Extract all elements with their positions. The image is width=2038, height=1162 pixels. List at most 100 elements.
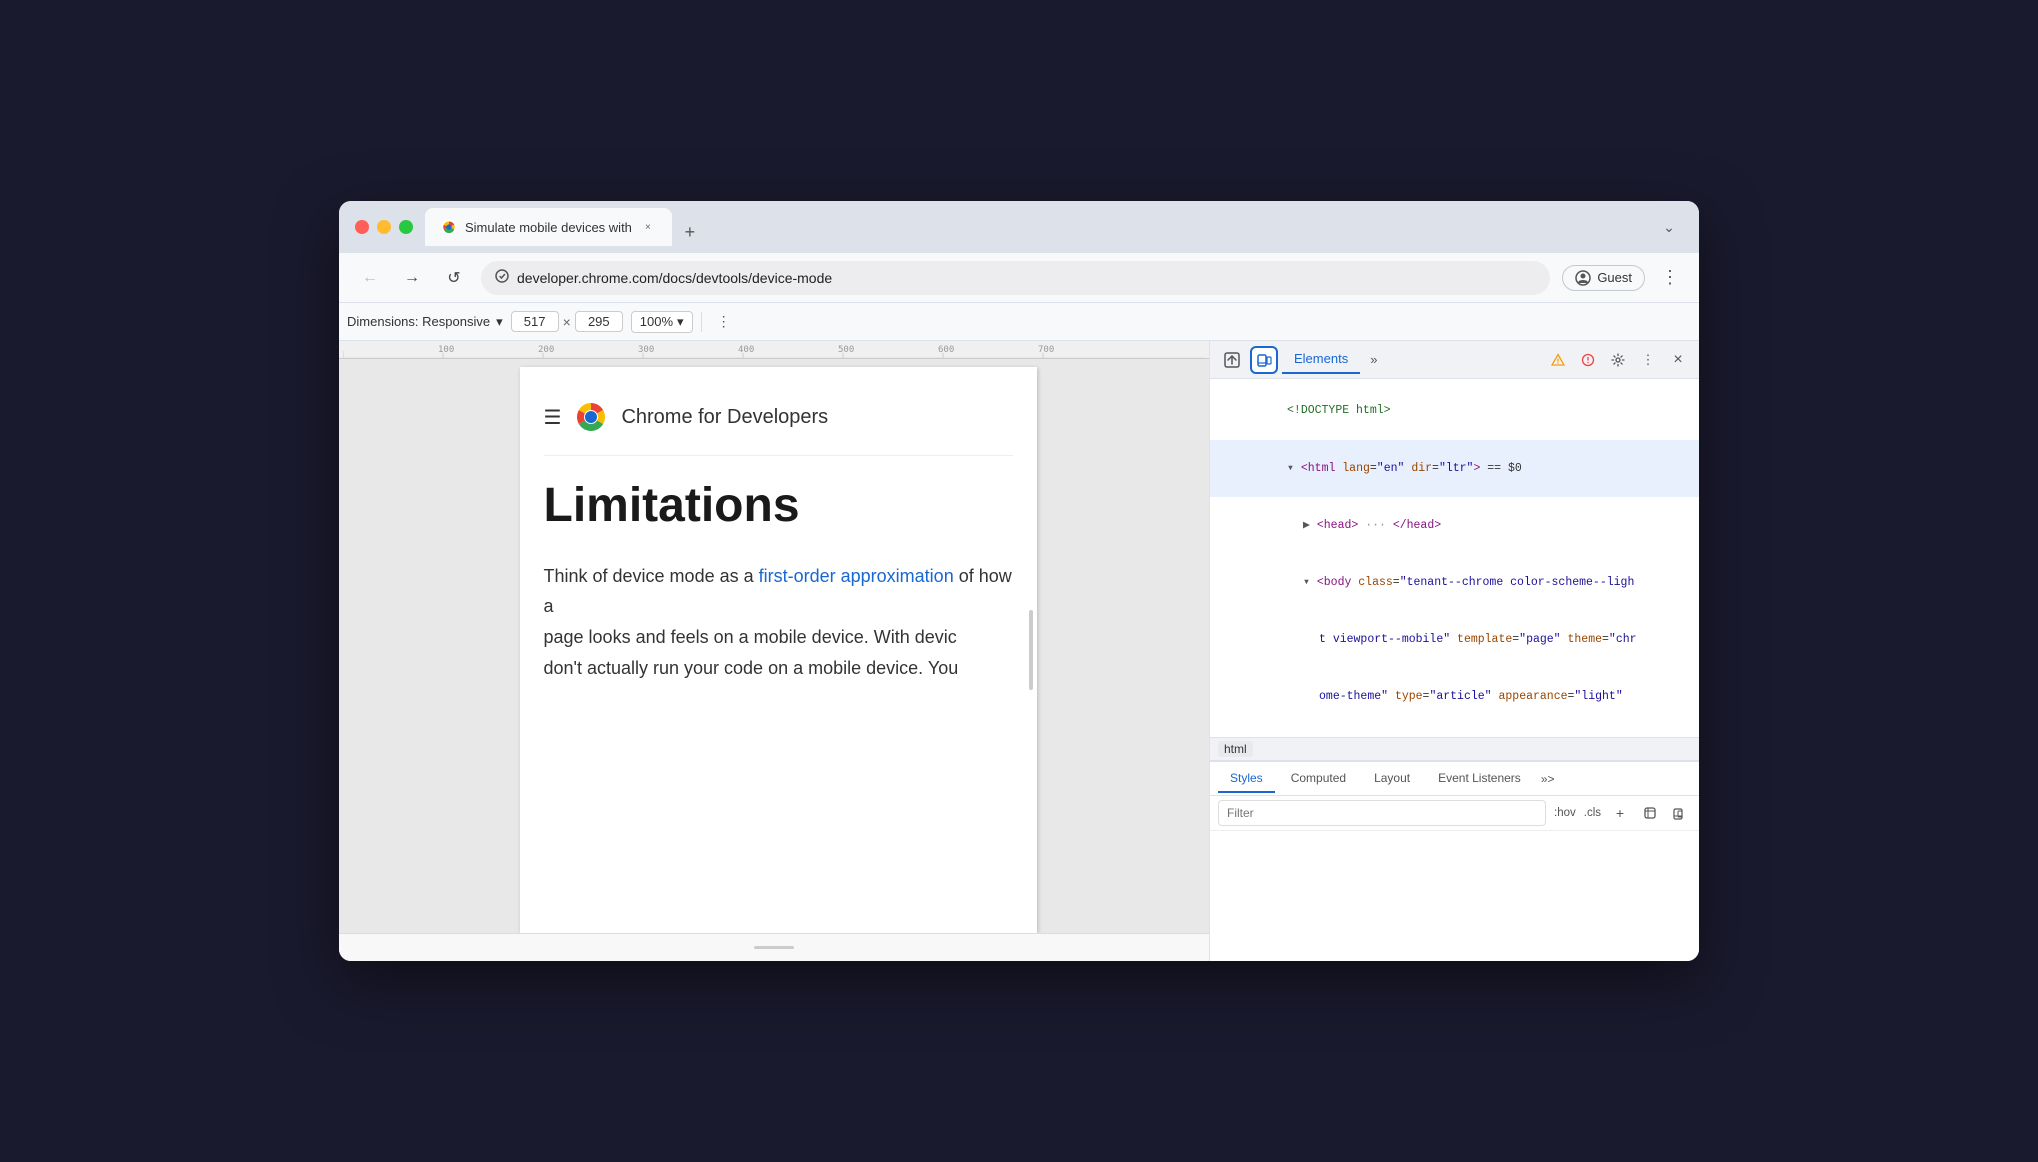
- body-tag-line-1[interactable]: ▾ <body class="tenant--chrome color-sche…: [1210, 555, 1699, 612]
- device-toolbar: Dimensions: Responsive ▾ × 100% ▾ ⋮: [339, 303, 1699, 341]
- filter-hov-button[interactable]: :hov: [1554, 807, 1576, 819]
- traffic-lights: [355, 220, 413, 234]
- width-input[interactable]: [511, 311, 559, 332]
- head-tag-line[interactable]: ▶ <head> ··· </head>: [1210, 497, 1699, 554]
- more-tabs-button[interactable]: »: [1364, 348, 1383, 371]
- dimension-separator: ×: [563, 314, 571, 330]
- event-listeners-tab[interactable]: Event Listeners: [1426, 765, 1533, 793]
- main-area: 100 200 300 400 500 600 700 ☰: [339, 341, 1699, 961]
- html-tag-line[interactable]: ▾ <html lang="en" dir="ltr"> == $0: [1210, 440, 1699, 497]
- tabs-area: Simulate mobile devices with × +: [425, 208, 1643, 246]
- height-input[interactable]: [575, 311, 623, 332]
- svg-text:200: 200: [538, 345, 554, 355]
- new-tab-button[interactable]: +: [676, 218, 704, 246]
- maximize-button[interactable]: [399, 220, 413, 234]
- browser-window: Simulate mobile devices with × + ⌄ ← → ↺…: [339, 201, 1699, 961]
- dimension-inputs: ×: [511, 311, 623, 332]
- title-bar: Simulate mobile devices with × + ⌄: [339, 201, 1699, 253]
- svg-text:300: 300: [638, 345, 654, 355]
- zoom-selector[interactable]: 100% ▾: [631, 311, 693, 333]
- para1-text-start: Think of device mode as a: [544, 566, 759, 586]
- svg-text:400: 400: [738, 345, 754, 355]
- forward-button[interactable]: →: [397, 263, 427, 293]
- filter-icon2-button[interactable]: [1669, 802, 1691, 824]
- zoom-label: 100%: [640, 314, 673, 329]
- viewport-content: ☰: [339, 359, 1209, 933]
- svg-text:600: 600: [938, 345, 954, 355]
- chevron-down-icon[interactable]: ⌄: [1655, 213, 1683, 241]
- inspect-icon-button[interactable]: [1218, 346, 1246, 374]
- svg-text:500: 500: [838, 345, 854, 355]
- device-frame: ☰: [520, 367, 1037, 933]
- profile-button[interactable]: Guest: [1562, 265, 1645, 291]
- layout-tab[interactable]: Layout: [1362, 765, 1422, 793]
- browser-menu-button[interactable]: ⋮: [1657, 263, 1683, 292]
- address-bar: ← → ↺ developer.chrome.com/docs/devtools…: [339, 253, 1699, 303]
- chrome-favicon: [441, 219, 457, 235]
- styles-tabs: Styles Computed Layout Event Listeners »…: [1210, 762, 1699, 796]
- page-content: ☰: [520, 367, 1037, 703]
- svg-text:100: 100: [438, 345, 454, 355]
- viewport-scrollbar[interactable]: [1029, 610, 1033, 690]
- chrome-logo: [573, 399, 609, 435]
- ruler-svg: 100 200 300 400 500 600 700: [343, 341, 1205, 359]
- para3-text: don't actually run your code on a mobile…: [544, 658, 959, 678]
- styles-tab[interactable]: Styles: [1218, 765, 1275, 793]
- body-tag-line-2: t viewport--mobile" template="page" them…: [1210, 612, 1699, 669]
- minimize-button[interactable]: [377, 220, 391, 234]
- doctype-line: <!DOCTYPE html>: [1210, 383, 1699, 440]
- url-text: developer.chrome.com/docs/devtools/devic…: [517, 270, 1536, 286]
- hamburger-icon[interactable]: ☰: [544, 405, 562, 430]
- elements-area[interactable]: <!DOCTYPE html> ▾ <html lang="en" dir="l…: [1210, 379, 1699, 737]
- breadcrumb[interactable]: html: [1218, 741, 1253, 757]
- devtools-top-bar: Elements »: [1210, 341, 1699, 379]
- toolbar-separator: [701, 312, 702, 332]
- computed-tab[interactable]: Computed: [1279, 765, 1358, 793]
- page-paragraph-1: Think of device mode as a first-order ap…: [544, 561, 1013, 683]
- styles-area: Styles Computed Layout Event Listeners »…: [1210, 761, 1699, 961]
- para2-text: page looks and feels on a mobile device.…: [544, 627, 957, 647]
- more-style-tabs[interactable]: »>: [1541, 772, 1555, 786]
- horizontal-ruler: 100 200 300 400 500 600 700: [339, 341, 1209, 359]
- first-order-link[interactable]: first-order approximation: [759, 566, 954, 586]
- filter-cls-button[interactable]: .cls: [1584, 807, 1601, 819]
- styles-filter-row: :hov .cls +: [1210, 796, 1699, 831]
- tab-close-button[interactable]: ×: [640, 219, 656, 235]
- url-security-icon: [495, 269, 509, 286]
- tab-title: Simulate mobile devices with: [465, 220, 632, 235]
- devtools-more-button[interactable]: ⋮: [1635, 347, 1661, 373]
- breadcrumb-bar: html: [1210, 737, 1699, 761]
- profile-label: Guest: [1597, 270, 1632, 285]
- svg-text:700: 700: [1038, 345, 1054, 355]
- active-tab[interactable]: Simulate mobile devices with ×: [425, 208, 672, 246]
- filter-icon1-button[interactable]: [1639, 802, 1661, 824]
- more-options-button[interactable]: ⋮: [710, 308, 738, 336]
- errors-button[interactable]: [1575, 347, 1601, 373]
- device-mode-icon-button[interactable]: [1250, 346, 1278, 374]
- elements-tab[interactable]: Elements: [1282, 345, 1360, 374]
- zoom-dropdown-icon: ▾: [677, 314, 684, 330]
- url-bar[interactable]: developer.chrome.com/docs/devtools/devic…: [481, 261, 1550, 295]
- dropdown-arrow-icon: ▾: [496, 314, 503, 330]
- bottom-bar: [339, 933, 1209, 961]
- warnings-button[interactable]: [1545, 347, 1571, 373]
- filter-add-button[interactable]: +: [1609, 802, 1631, 824]
- close-button[interactable]: [355, 220, 369, 234]
- refresh-button[interactable]: ↺: [439, 263, 469, 293]
- devtools-close-button[interactable]: ×: [1665, 347, 1691, 373]
- settings-button[interactable]: [1605, 347, 1631, 373]
- bottom-handle: [754, 946, 794, 949]
- devtools-panel: Elements »: [1209, 341, 1699, 961]
- body-tag-line-3: ome-theme" type="article" appearance="li…: [1210, 669, 1699, 726]
- profile-icon: [1575, 270, 1591, 286]
- devtools-actions: ⋮ ×: [1545, 347, 1691, 373]
- body-tag-line-4: layout="docs" display-toc ready style="-…: [1210, 726, 1699, 737]
- dimensions-label: Dimensions: Responsive: [347, 314, 490, 329]
- styles-filter-input[interactable]: [1218, 800, 1546, 826]
- back-button[interactable]: ←: [355, 263, 385, 293]
- site-header: ☰: [544, 387, 1013, 456]
- site-title: Chrome for Developers: [621, 406, 828, 429]
- viewport-area: 100 200 300 400 500 600 700 ☰: [339, 341, 1209, 961]
- page-heading: Limitations: [544, 480, 1013, 533]
- dimensions-selector[interactable]: Dimensions: Responsive ▾: [347, 314, 503, 330]
